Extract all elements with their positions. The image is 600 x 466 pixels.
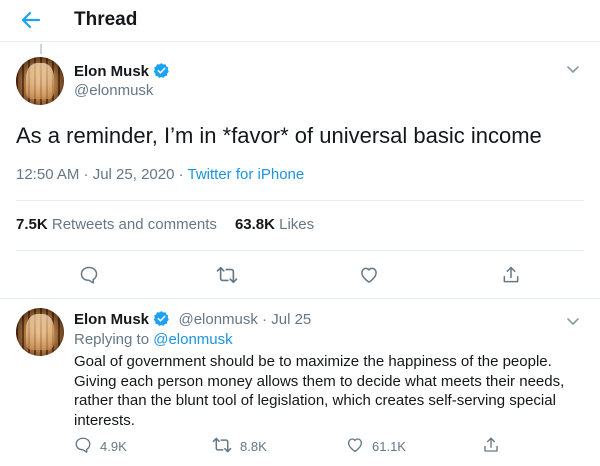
like-button[interactable]: 61.1K (346, 436, 406, 457)
reply-handle-date[interactable]: @elonmusk · Jul 25 (178, 311, 311, 328)
reply-text-line: Giving each person money allows them to … (74, 372, 565, 390)
reply-count: 4.9K (100, 439, 127, 454)
tweet-actions (0, 260, 600, 290)
verified-badge-icon (153, 310, 170, 332)
divider (0, 298, 600, 299)
retweets-label: Retweets and comments (47, 216, 217, 233)
reply-icon (74, 436, 92, 457)
likes-count: 63.8K (234, 216, 275, 233)
share-icon[interactable] (496, 260, 526, 290)
reply-text-line: Goal of government should be to maximize… (74, 353, 552, 370)
avatar[interactable] (16, 57, 64, 105)
reply-text: Goal of government should be to maximize… (74, 352, 584, 430)
reply-actions: 4.9K 8.8K 61.1K (74, 436, 544, 458)
thread-header: Thread (0, 0, 600, 42)
thread-connector-line (40, 44, 42, 54)
replying-to-link[interactable]: @elonmusk (153, 331, 232, 348)
like-heart-icon (346, 436, 364, 457)
share-button[interactable] (482, 436, 500, 457)
back-arrow-icon[interactable] (18, 8, 44, 32)
like-count: 61.1K (372, 439, 406, 454)
reply-text-line: interests. (74, 411, 135, 429)
retweets-count: 7.5K (16, 216, 48, 233)
verified-badge-icon (153, 62, 170, 84)
reply-text-line: rather than the blunt tool of legislatio… (74, 392, 556, 409)
author-name[interactable]: Elon Musk (74, 63, 149, 80)
reply-author-name[interactable]: Elon Musk (74, 311, 149, 328)
tweet-source-link[interactable]: Twitter for iPhone (188, 166, 305, 183)
replying-prefix: Replying to (74, 331, 154, 348)
retweet-count: 8.8K (240, 439, 267, 454)
retweets-stat[interactable]: 7.5K Retweets and comments (16, 216, 217, 233)
page-title: Thread (74, 9, 138, 30)
divider (16, 200, 584, 201)
chevron-down-icon[interactable] (566, 62, 580, 80)
reply-button[interactable]: 4.9K (74, 436, 127, 457)
reply-icon[interactable] (74, 260, 104, 290)
author-row: Elon Musk (74, 62, 170, 84)
tweet-text: As a reminder, I’m in *favor* of univers… (16, 123, 542, 148)
reply-author-row: Elon Musk @elonmusk · Jul 25 (74, 310, 311, 332)
replying-to: Replying to @elonmusk (74, 331, 233, 348)
tweet-stats: 7.5K Retweets and comments 63.8K Likes (16, 216, 332, 233)
author-handle[interactable]: @elonmusk (74, 82, 153, 99)
avatar[interactable] (16, 308, 64, 356)
retweet-icon[interactable] (212, 260, 242, 290)
chevron-down-icon[interactable] (566, 314, 580, 332)
likes-label: Likes (274, 216, 315, 233)
divider (16, 250, 584, 251)
retweet-button[interactable]: 8.8K (212, 436, 267, 457)
likes-stat[interactable]: 63.8K Likes (235, 216, 314, 233)
share-icon (482, 436, 500, 457)
tweet-metadata: 12:50 AM · Jul 25, 2020 · Twitter for iP… (16, 166, 304, 183)
like-heart-icon[interactable] (354, 260, 384, 290)
tweet-timestamp[interactable]: 12:50 AM · Jul 25, 2020 · (16, 166, 188, 183)
retweet-icon (212, 436, 232, 457)
